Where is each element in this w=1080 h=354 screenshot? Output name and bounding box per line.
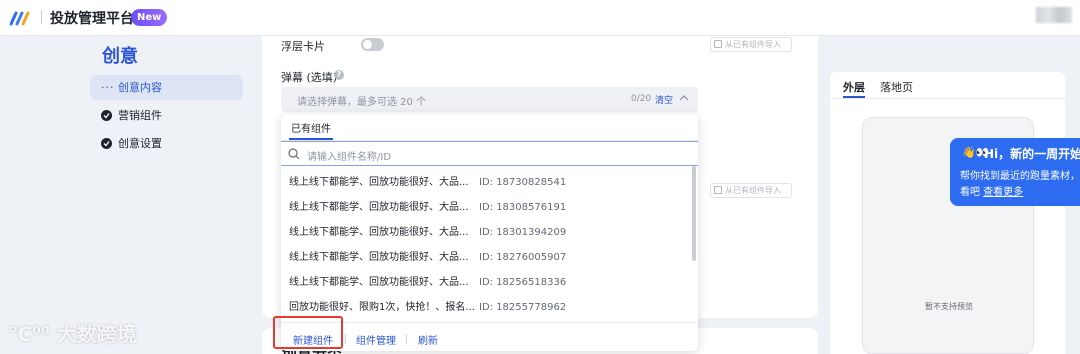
- tip-body-2: 看吧 查看更多: [960, 187, 1024, 198]
- highlight-annotation: [273, 316, 343, 349]
- floating-card-toggle[interactable]: [361, 38, 384, 51]
- divider: [830, 98, 1065, 99]
- divider: [406, 334, 407, 344]
- import-icon: [714, 40, 722, 48]
- component-name: 线上线下都能学、回放功能很好、大品...: [289, 252, 469, 263]
- import-from-existing-button-2[interactable]: 从已有组件导入: [710, 183, 792, 198]
- manage-components-button[interactable]: 组件管理: [356, 332, 396, 347]
- sidebar-item-label: 营销组件: [118, 109, 162, 122]
- avatar[interactable]: [1036, 7, 1072, 23]
- list-item[interactable]: 线上线下都能学、回放功能很好、大品... ID: 18308576191: [281, 195, 691, 220]
- import-label: 从已有组件导入: [725, 40, 781, 49]
- tip-title: Hi，新的一周开始: [984, 147, 1080, 161]
- preview-panel: 外层 落地页 暂不支持预览: [830, 72, 1065, 354]
- list-item[interactable]: 线上线下都能学、回放功能很好、大品... ID: 18276005907: [281, 245, 691, 270]
- tab-existing-components[interactable]: 已有组件: [291, 120, 331, 135]
- search-icon: [288, 148, 300, 160]
- component-name: 线上线下都能学、回放功能很好、大品...: [289, 227, 469, 238]
- tip-body: 帮你找到最近的跑量素材，: [960, 171, 1080, 182]
- tab-landing-page[interactable]: 落地页: [880, 79, 913, 95]
- no-preview-text: 暂不支持预览: [925, 302, 973, 311]
- list-item[interactable]: 线上线下都能学、回放功能很好、大品... ID: 18301394209: [281, 220, 691, 245]
- select-count: 0/20: [631, 94, 652, 104]
- component-name: 线上线下都能学、回放功能很好、大品...: [289, 277, 469, 288]
- component-name: 线上线下都能学、回放功能很好、大品...: [289, 202, 469, 213]
- import-icon: [714, 186, 722, 194]
- logo-divider: [41, 10, 42, 24]
- sidebar-item-creative-settings[interactable]: 创意设置: [90, 131, 243, 156]
- component-id: ID: 18255778962: [479, 302, 567, 313]
- component-id: ID: 18308576191: [479, 202, 567, 213]
- floating-card-label: 浮层卡片: [281, 40, 325, 53]
- component-search-input[interactable]: 请输入组件名称/ID: [281, 141, 698, 166]
- divider: [345, 334, 346, 344]
- component-id: ID: 18276005907: [479, 252, 567, 263]
- check-circle-icon: [101, 110, 112, 121]
- clear-button[interactable]: 清空: [655, 93, 673, 106]
- watermark: ℃⁰⁰ 大数跨境: [8, 322, 137, 346]
- barrage-select[interactable]: 请选择弹幕，最多可选 20 个 0/20 清空: [281, 87, 698, 112]
- check-circle-icon: [101, 138, 112, 149]
- import-label: 从已有组件导入: [725, 186, 781, 195]
- tab-outer[interactable]: 外层: [843, 79, 865, 95]
- top-bar: 投放管理平台 New: [0, 0, 1080, 36]
- sidebar-item-label: 创意内容: [118, 81, 162, 94]
- logo-icon: [10, 11, 30, 26]
- list-item[interactable]: 线上线下都能学、回放功能很好、大品... ID: 18256518336: [281, 270, 691, 295]
- component-id: ID: 18730828541: [479, 177, 567, 188]
- sidebar-item-creative-content[interactable]: ··· 创意内容: [90, 75, 243, 100]
- help-icon[interactable]: ?: [334, 70, 344, 80]
- divider: [281, 322, 698, 323]
- search-placeholder: 请输入组件名称/ID: [307, 152, 392, 163]
- refresh-button[interactable]: 刷新: [418, 332, 438, 347]
- list-item[interactable]: 回放功能很好、限购1次，快抢！、报名... ID: 18255778962: [281, 295, 691, 320]
- ellipsis-icon: ···: [101, 81, 115, 94]
- view-more-link[interactable]: 查看更多: [983, 187, 1023, 198]
- sidebar-title: 创意: [102, 46, 138, 67]
- component-id: ID: 18256518336: [479, 277, 567, 288]
- list-item[interactable]: 线上线下都能学、回放功能很好、大品... ID: 18730828541: [281, 170, 691, 195]
- component-name: 线上线下都能学、回放功能很好、大品...: [289, 177, 469, 188]
- new-badge: New: [131, 9, 168, 26]
- chevron-up-icon[interactable]: [679, 94, 689, 102]
- sidebar-item-marketing-components[interactable]: 营销组件: [90, 103, 243, 128]
- component-id: ID: 18301394209: [479, 227, 567, 238]
- component-dropdown: 已有组件 请输入组件名称/ID 线上线下都能学、回放功能很好、大品... ID:…: [281, 114, 698, 351]
- app-title: 投放管理平台: [50, 11, 134, 27]
- weekly-tip-popover[interactable]: 👋👀 Hi，新的一周开始 帮你找到最近的跑量素材， 看吧 查看更多: [950, 138, 1080, 206]
- select-placeholder: 请选择弹幕，最多可选 20 个: [297, 97, 427, 108]
- scrollbar[interactable]: [692, 166, 696, 261]
- sidebar: 创意 ··· 创意内容 营销组件 创意设置: [0, 36, 255, 354]
- sidebar-item-label: 创意设置: [118, 137, 162, 150]
- barrage-label: 弹幕 (选填): [281, 71, 338, 84]
- import-from-existing-button[interactable]: 从已有组件导入: [710, 37, 792, 52]
